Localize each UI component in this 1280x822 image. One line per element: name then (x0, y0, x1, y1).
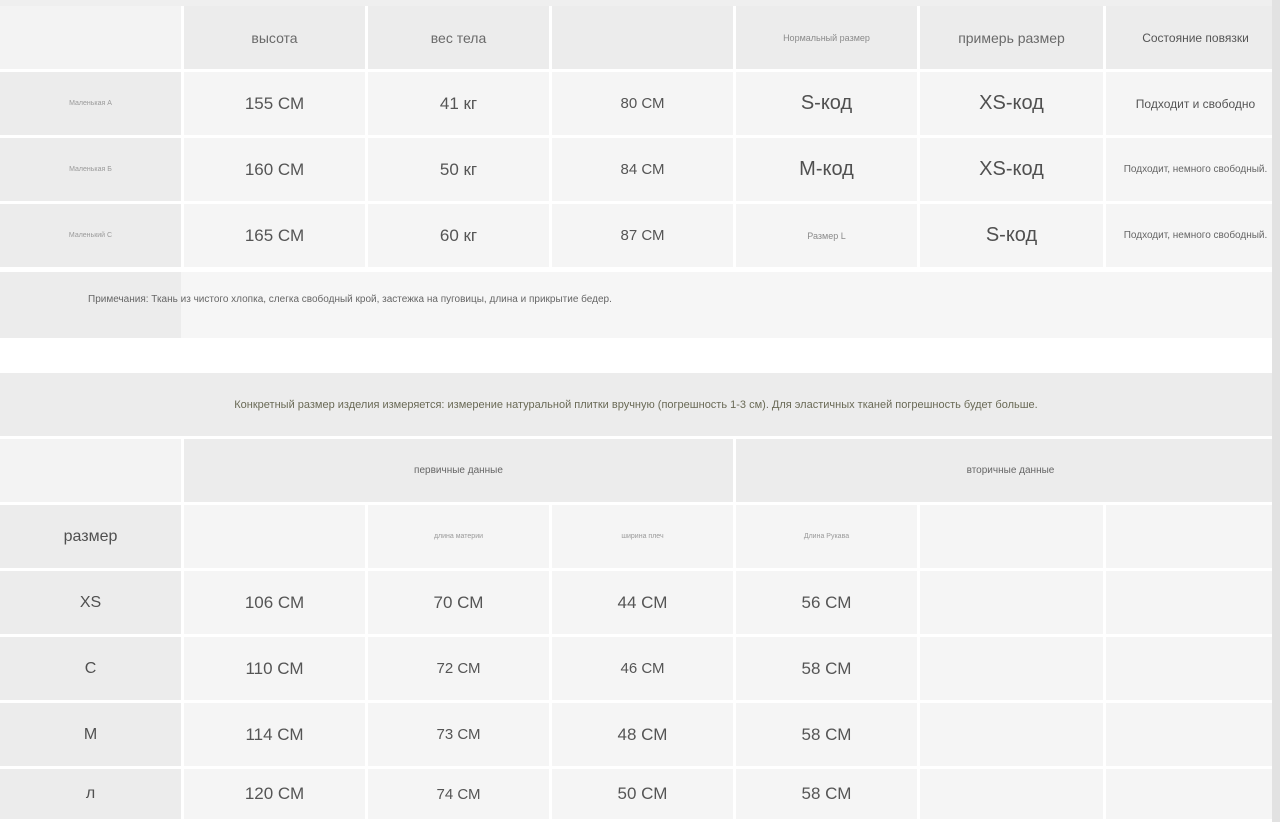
empty-cell (920, 505, 1103, 568)
sleeve-value: 58 СМ (736, 769, 917, 819)
weight-value: 41 кг (368, 72, 549, 135)
model-label: Маленький С (0, 204, 181, 267)
sleeve-value: 56 СМ (736, 571, 917, 634)
model-label: Маленькая А (0, 72, 181, 135)
bust-value: 120 СМ (184, 769, 365, 819)
sleeve-value: 58 СМ (736, 703, 917, 766)
length-value: 72 СМ (368, 637, 549, 700)
empty-cell (1106, 571, 1280, 634)
empty-cell (1106, 703, 1280, 766)
header-fit-state: Состояние повязки (1106, 6, 1280, 69)
size-value: XS (0, 571, 181, 634)
empty-cell (920, 637, 1103, 700)
shoulder-value: 50 СМ (552, 769, 733, 819)
tried-size-value: XS-код (920, 138, 1103, 201)
tried-size-value: XS-код (920, 72, 1103, 135)
empty-cell (1106, 769, 1280, 819)
header-shoulder: ширина плеч (552, 505, 733, 568)
shoulder-value: 44 СМ (552, 571, 733, 634)
normal-size-value: М-код (736, 138, 917, 201)
note-left-cell (0, 272, 181, 338)
tried-size-value: S-код (920, 204, 1103, 267)
header-normal-size: Нормальный размер (736, 6, 917, 69)
header-sleeve: Длина Рукава (736, 505, 917, 568)
bust-value: 84 СМ (552, 138, 733, 201)
right-edge (1272, 0, 1280, 822)
header-height: высота (184, 6, 365, 69)
normal-size-value: S-код (736, 72, 917, 135)
group-primary-data: первичные данные (184, 439, 733, 502)
empty-cell (920, 703, 1103, 766)
header-weight: вес тела (368, 6, 549, 69)
size-value: л (0, 769, 181, 819)
height-value: 155 СМ (184, 72, 365, 135)
size-value: M (0, 703, 181, 766)
header-tried-size: примерь размер (920, 6, 1103, 69)
fit-state-value: Подходит, немного свободный. (1106, 138, 1280, 201)
garment-size-table: первичные данные вторичные данные размер… (0, 439, 1280, 819)
corner-cell (0, 439, 181, 502)
corner-cell (0, 6, 181, 69)
empty-cell (1106, 637, 1280, 700)
bust-value: 87 СМ (552, 204, 733, 267)
weight-value: 60 кг (368, 204, 549, 267)
header-bust (184, 505, 365, 568)
weight-value: 50 кг (368, 138, 549, 201)
length-value: 73 СМ (368, 703, 549, 766)
fabric-note: Примечания: Ткань из чистого хлопка, сле… (88, 294, 612, 305)
fit-state-value: Подходит, немного свободный. (1106, 204, 1280, 267)
empty-cell (920, 769, 1103, 819)
bust-value: 114 СМ (184, 703, 365, 766)
bust-value: 80 СМ (552, 72, 733, 135)
size-label: размер (0, 505, 181, 568)
bust-value: 110 СМ (184, 637, 365, 700)
length-value: 74 СМ (368, 769, 549, 819)
normal-size-value: Размер L (736, 204, 917, 267)
model-label: Маленькая Б (0, 138, 181, 201)
shoulder-value: 48 СМ (552, 703, 733, 766)
header-length: длина материи (368, 505, 549, 568)
height-value: 160 СМ (184, 138, 365, 201)
measurement-banner: Конкретный размер изделия измеряется: из… (0, 373, 1272, 436)
height-value: 165 СМ (184, 204, 365, 267)
group-secondary-data: вторичные данные (736, 439, 1280, 502)
note-bar (0, 272, 1272, 338)
header-bust (552, 6, 733, 69)
size-value: С (0, 637, 181, 700)
empty-cell (920, 571, 1103, 634)
shoulder-value: 46 СМ (552, 637, 733, 700)
empty-cell (1106, 505, 1280, 568)
size-chart-page: высота вес тела Нормальный размер пример… (0, 0, 1280, 822)
sleeve-value: 58 СМ (736, 637, 917, 700)
fit-state-value: Подходит и свободно (1106, 72, 1280, 135)
length-value: 70 СМ (368, 571, 549, 634)
bust-value: 106 СМ (184, 571, 365, 634)
